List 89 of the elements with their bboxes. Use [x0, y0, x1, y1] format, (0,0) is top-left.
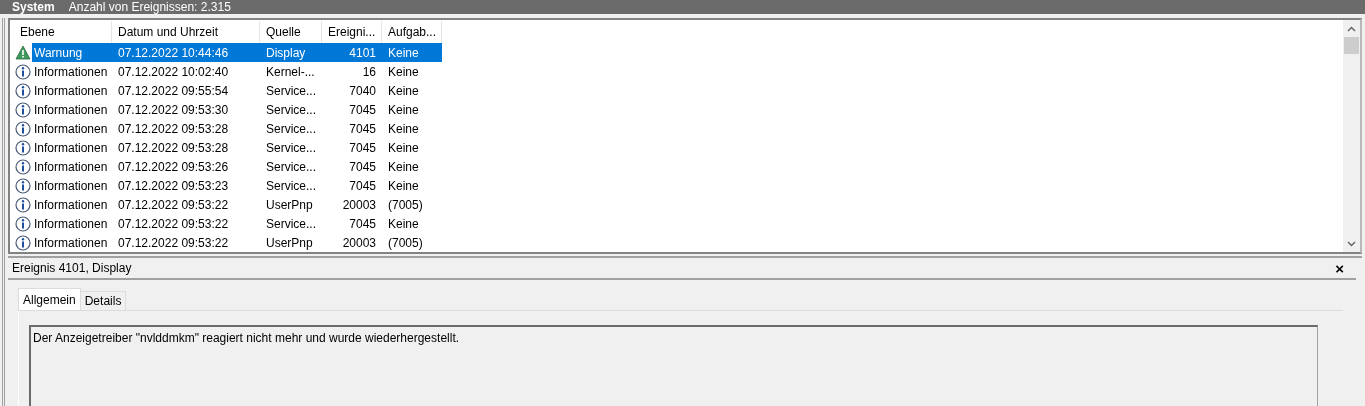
event-row[interactable]: Informationen 07.12.2022 09:53:28 Service... 7045 Keine	[14, 138, 1343, 157]
table-cell-text: 20003	[341, 234, 377, 252]
table-cell-text: 7040	[348, 82, 377, 100]
table-cell-text: 07.12.2022 09:53:22	[117, 215, 230, 233]
table-cell-text: Informationen	[33, 120, 109, 138]
table-cell-text: 20003	[341, 196, 377, 214]
info-icon	[15, 158, 31, 175]
info-icon	[15, 101, 31, 118]
event-row[interactable]: Informationen 07.12.2022 09:53:22 Service... 7045 Keine	[14, 214, 1343, 233]
table-cell-text: Informationen	[33, 82, 109, 100]
info-icon	[15, 63, 31, 80]
info-icon	[15, 196, 31, 213]
table-cell: Display	[260, 43, 322, 62]
table-cell-text: (7005)	[387, 234, 424, 252]
event-row[interactable]: Informationen 07.12.2022 09:53:22 UserPnp 20003 (7005)	[14, 195, 1343, 214]
table-cell-text: Informationen	[33, 177, 109, 195]
tab[interactable]: Allgemein	[18, 288, 81, 310]
event-message: Der Anzeigetreiber "nvlddmkm" reagiert nicht mehr und wurde wiederhergestellt.	[33, 331, 460, 345]
table-cell-text: Service...	[265, 82, 317, 100]
table-cell-text: Keine	[387, 177, 420, 195]
table-cell-text: 07.12.2022 10:02:40	[117, 63, 230, 81]
table-cell-text: Keine	[387, 120, 420, 138]
table-cell-text: (7005)	[387, 196, 424, 214]
table-cell-text: Informationen	[33, 101, 109, 119]
table-cell-text: 7045	[348, 139, 377, 157]
table-cell-text: Informationen	[33, 196, 109, 214]
table-cell: 4101	[322, 43, 382, 62]
scroll-thumb[interactable]	[1344, 37, 1359, 54]
up-chevron-icon[interactable]	[1347, 25, 1356, 32]
event-count: Anzahl von Ereignissen: 2.315	[68, 0, 231, 14]
info-icon	[15, 82, 31, 99]
close-button[interactable]: ×	[1335, 260, 1344, 276]
table-cell-text: 7045	[348, 215, 377, 233]
table-cell: Keine	[382, 43, 442, 62]
info-icon	[15, 177, 31, 194]
table-cell-text: 07.12.2022 09:53:30	[117, 101, 230, 119]
table-cell-text: Service...	[265, 177, 317, 195]
detail-title: Ereignis 4101, Display	[12, 261, 132, 275]
event-row[interactable]: Informationen 07.12.2022 09:55:54 Service... 7040 Keine	[14, 81, 1343, 100]
table-cell: 07.12.2022 10:44:46	[112, 43, 260, 62]
event-row[interactable]: Informationen 07.12.2022 09:53:28 Service... 7045 Keine	[14, 119, 1343, 138]
table-cell-text: Keine	[387, 101, 420, 119]
table-cell-text: Informationen	[33, 63, 109, 81]
table-cell-text: 07.12.2022 09:53:22	[117, 234, 230, 252]
table-cell-text: Informationen	[33, 215, 109, 233]
table-cell-text: Kernel-...	[265, 63, 316, 81]
table-cell-text: 16	[361, 63, 377, 81]
table-cell-text: Keine	[387, 139, 420, 157]
table-cell-text: Keine	[387, 215, 420, 233]
table-cell-text: 7045	[348, 120, 377, 138]
table-cell-text: UserPnp	[265, 234, 314, 252]
table-cell-text: Informationen	[33, 139, 109, 157]
table-cell-text: Service...	[265, 139, 317, 157]
table-cell-text: Service...	[265, 158, 317, 176]
table-cell-text: 7045	[348, 101, 377, 119]
event-row[interactable]: Warnung 07.12.2022 10:44:46 Display 4101 Keine	[14, 43, 1343, 62]
scrollbar[interactable]	[1343, 20, 1360, 252]
table-cell-text: Service...	[265, 215, 317, 233]
tab[interactable]: Details	[79, 291, 127, 310]
table-cell-text: Service...	[265, 101, 317, 119]
table-cell-text: Informationen	[33, 158, 109, 176]
table-cell-text: 07.12.2022 09:53:23	[117, 177, 230, 195]
event-row[interactable]: Informationen 07.12.2022 10:02:40 Kernel-... 16 Keine	[14, 62, 1343, 81]
table-cell-text: Keine	[387, 158, 420, 176]
table-cell-text: 07.12.2022 09:53:22	[117, 196, 230, 214]
event-row[interactable]: Informationen 07.12.2022 09:53:23 Service... 7045 Keine	[14, 176, 1343, 195]
info-icon	[15, 139, 31, 156]
warning-icon	[15, 45, 31, 60]
down-chevron-icon[interactable]	[1347, 240, 1356, 247]
table-cell-text: UserPnp	[265, 196, 314, 214]
table-cell-text: 07.12.2022 09:53:26	[117, 158, 230, 176]
table-cell-text: 7045	[348, 158, 377, 176]
table-cell: Warnung	[32, 43, 112, 62]
event-row[interactable]: Informationen 07.12.2022 09:53:22 UserPnp 20003 (7005)	[14, 233, 1343, 252]
table-cell-text: 07.12.2022 09:53:28	[117, 120, 230, 138]
info-icon	[15, 234, 31, 251]
table-cell-text: 7045	[348, 177, 377, 195]
table-cell-text: Service...	[265, 120, 317, 138]
message-box[interactable]: Der Anzeigetreiber "nvlddmkm" reagiert nicht mehr und wurde wiederhergestellt.	[29, 325, 1318, 406]
table-cell-text: Keine	[387, 63, 420, 81]
table-cell-text: 07.12.2022 09:53:28	[117, 139, 230, 157]
log-title: System	[12, 0, 55, 14]
event-row[interactable]: Informationen 07.12.2022 09:53:30 Service... 7045 Keine	[14, 100, 1343, 119]
info-icon	[15, 215, 31, 232]
table-cell-text: Informationen	[33, 234, 109, 252]
event-row[interactable]: Informationen 07.12.2022 09:53:26 Service... 7045 Keine	[14, 157, 1343, 176]
table-cell-text: Keine	[387, 82, 420, 100]
info-icon	[15, 120, 31, 137]
table-cell-text: 07.12.2022 09:55:54	[117, 82, 230, 100]
